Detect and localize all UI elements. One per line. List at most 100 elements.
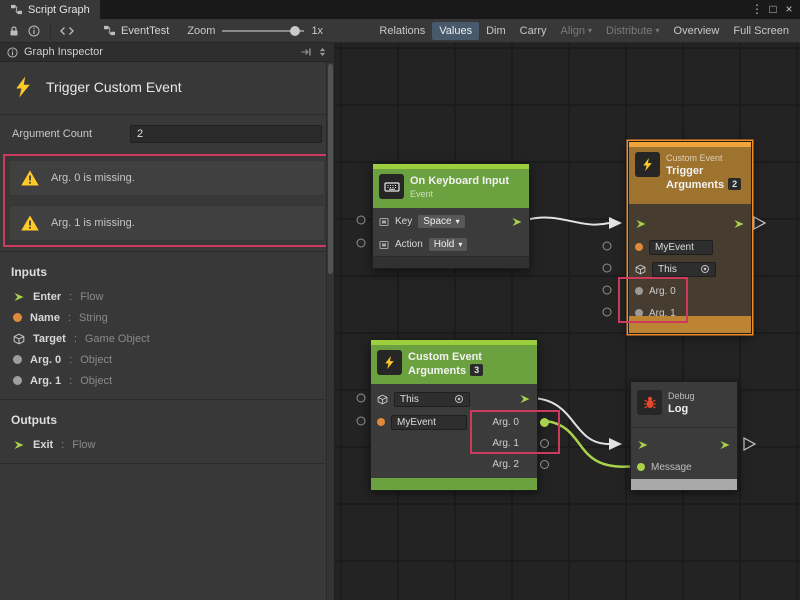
node-footer <box>631 479 737 490</box>
node-subtitle: Event <box>410 188 509 200</box>
key-dropdown[interactable]: Space▾ <box>418 215 464 228</box>
string-dot-icon[interactable] <box>635 243 643 251</box>
action-dropdown[interactable]: Hold▾ <box>429 238 468 251</box>
argument-count-input[interactable] <box>130 125 322 143</box>
inspector-scrollbar[interactable] <box>326 62 334 600</box>
spinner-icon[interactable] <box>318 46 327 58</box>
warnings-highlight: Arg. 0 is missing. Arg. 1 is missing. <box>3 154 331 247</box>
port-label: Action <box>395 239 423 250</box>
tab-script-graph[interactable]: Script Graph <box>0 0 100 19</box>
info-toggle-icon[interactable] <box>24 22 44 40</box>
node-kind: Debug <box>668 390 695 402</box>
warning-item: Arg. 1 is missing. <box>9 205 325 241</box>
warning-item: Arg. 0 is missing. <box>9 160 325 196</box>
node-trigger-custom-event[interactable]: Custom Event Trigger Arguments2 MyEvent … <box>628 141 752 334</box>
flow-output-arrow[interactable] <box>519 393 531 405</box>
message-input-port[interactable] <box>637 463 645 471</box>
flow-output-arrow[interactable] <box>733 218 745 230</box>
event-name-field[interactable]: MyEvent <box>649 240 713 255</box>
port-list-item: Arg. 0:Object <box>0 349 334 370</box>
graph-asset[interactable]: EventTest <box>103 25 169 37</box>
flow-output-arrow[interactable] <box>719 439 731 451</box>
connection-arrowhead <box>609 217 622 229</box>
flow-output-arrow[interactable] <box>511 216 523 228</box>
node-footer <box>629 316 751 333</box>
chevron-down-icon: ▾ <box>588 27 592 35</box>
event-name-field[interactable]: MyEvent <box>391 415 467 430</box>
port-circle[interactable] <box>603 286 612 295</box>
unconnected-output-triangle[interactable] <box>754 217 765 229</box>
inputs-section: Inputs Enter:Flow Name:String Target:Gam… <box>0 251 334 399</box>
zoom-control: Zoom 1x <box>187 25 323 37</box>
distribute-button[interactable]: Distribute▾ <box>599 22 666 40</box>
align-button[interactable]: Align▾ <box>554 22 599 40</box>
cube-icon[interactable] <box>635 264 646 275</box>
argument-count-row: Argument Count <box>0 115 334 148</box>
unconnected-output-triangle[interactable] <box>744 438 755 450</box>
zoom-slider-knob[interactable] <box>290 26 300 36</box>
toolbar-buttons: Relations Values Dim Carry Align▾ Distri… <box>372 19 796 42</box>
port-circle[interactable] <box>357 239 366 248</box>
graph-inspector-header: Graph Inspector <box>0 43 334 62</box>
enum-type-icon <box>379 217 389 227</box>
lightning-icon <box>377 350 402 375</box>
tab-label: Script Graph <box>28 4 90 16</box>
value-connection[interactable] <box>546 421 636 467</box>
string-dot-icon[interactable] <box>377 418 385 426</box>
close-icon[interactable]: × <box>781 0 797 19</box>
port-circle[interactable] <box>357 417 366 426</box>
flow-connection[interactable] <box>526 218 609 225</box>
node-header: Custom Event Arguments3 <box>371 345 537 384</box>
node-title: Custom Event <box>408 350 483 364</box>
arg2-output-port[interactable] <box>540 460 549 469</box>
node-on-keyboard-input[interactable]: On Keyboard Input Event Key Space▾ Actio… <box>372 163 530 269</box>
warning-text: Arg. 1 is missing. <box>51 217 135 229</box>
node-title: Log <box>668 402 695 416</box>
arg0-output-port[interactable] <box>540 418 549 427</box>
kebab-menu-icon[interactable]: ⋮ <box>749 0 765 19</box>
port-circle[interactable] <box>603 242 612 251</box>
enum-type-icon <box>379 240 389 250</box>
node-custom-event[interactable]: Custom Event Arguments3 This MyEvent Arg… <box>370 339 538 491</box>
arg-port-label: Arg. 0 <box>492 417 531 428</box>
cube-icon[interactable] <box>377 394 388 405</box>
dock-icon[interactable] <box>300 46 312 58</box>
target-field[interactable]: This <box>394 392 470 407</box>
lock-icon[interactable] <box>4 22 24 40</box>
bug-icon <box>637 390 662 415</box>
maximize-icon[interactable]: □ <box>765 0 781 19</box>
object-dot-icon <box>13 355 22 364</box>
code-icon[interactable] <box>57 22 77 40</box>
flow-input-arrow[interactable] <box>637 439 649 451</box>
target-field[interactable]: This <box>652 262 716 277</box>
node-debug-log[interactable]: Debug Log Message <box>630 381 738 491</box>
script-graph-icon <box>10 4 23 15</box>
scrollbar-thumb[interactable] <box>328 64 333 274</box>
relations-button[interactable]: Relations <box>372 22 432 40</box>
flow-input-arrow[interactable] <box>635 218 647 230</box>
arg1-output-port[interactable] <box>540 439 549 448</box>
zoom-slider[interactable] <box>222 30 304 32</box>
graph-asset-name: EventTest <box>121 25 169 37</box>
full-screen-button[interactable]: Full Screen <box>726 22 796 40</box>
carry-button[interactable]: Carry <box>513 22 554 40</box>
graph-inspector-panel: Graph Inspector Trigger Custom Event Arg… <box>0 43 335 600</box>
node-header: On Keyboard Input Event <box>373 169 529 208</box>
arg-port-label: Arg. 1 <box>492 438 519 449</box>
port-circle[interactable] <box>603 308 612 317</box>
argument-count-badge: 3 <box>470 364 483 376</box>
port-circle[interactable] <box>603 264 612 273</box>
dim-button[interactable]: Dim <box>479 22 513 40</box>
overview-button[interactable]: Overview <box>667 22 727 40</box>
values-button[interactable]: Values <box>432 22 479 40</box>
arg-port-label: Arg. 2 <box>492 459 519 470</box>
object-picker-icon[interactable] <box>454 394 464 404</box>
object-dot-icon[interactable] <box>635 287 643 295</box>
node-footer <box>373 256 529 268</box>
object-picker-icon[interactable] <box>700 264 710 274</box>
graph-canvas[interactable]: On Keyboard Input Event Key Space▾ Actio… <box>335 43 800 600</box>
port-circle[interactable] <box>357 216 366 225</box>
port-circle[interactable] <box>357 394 366 403</box>
node-title: On Keyboard Input <box>410 174 509 188</box>
warning-text: Arg. 0 is missing. <box>51 172 135 184</box>
